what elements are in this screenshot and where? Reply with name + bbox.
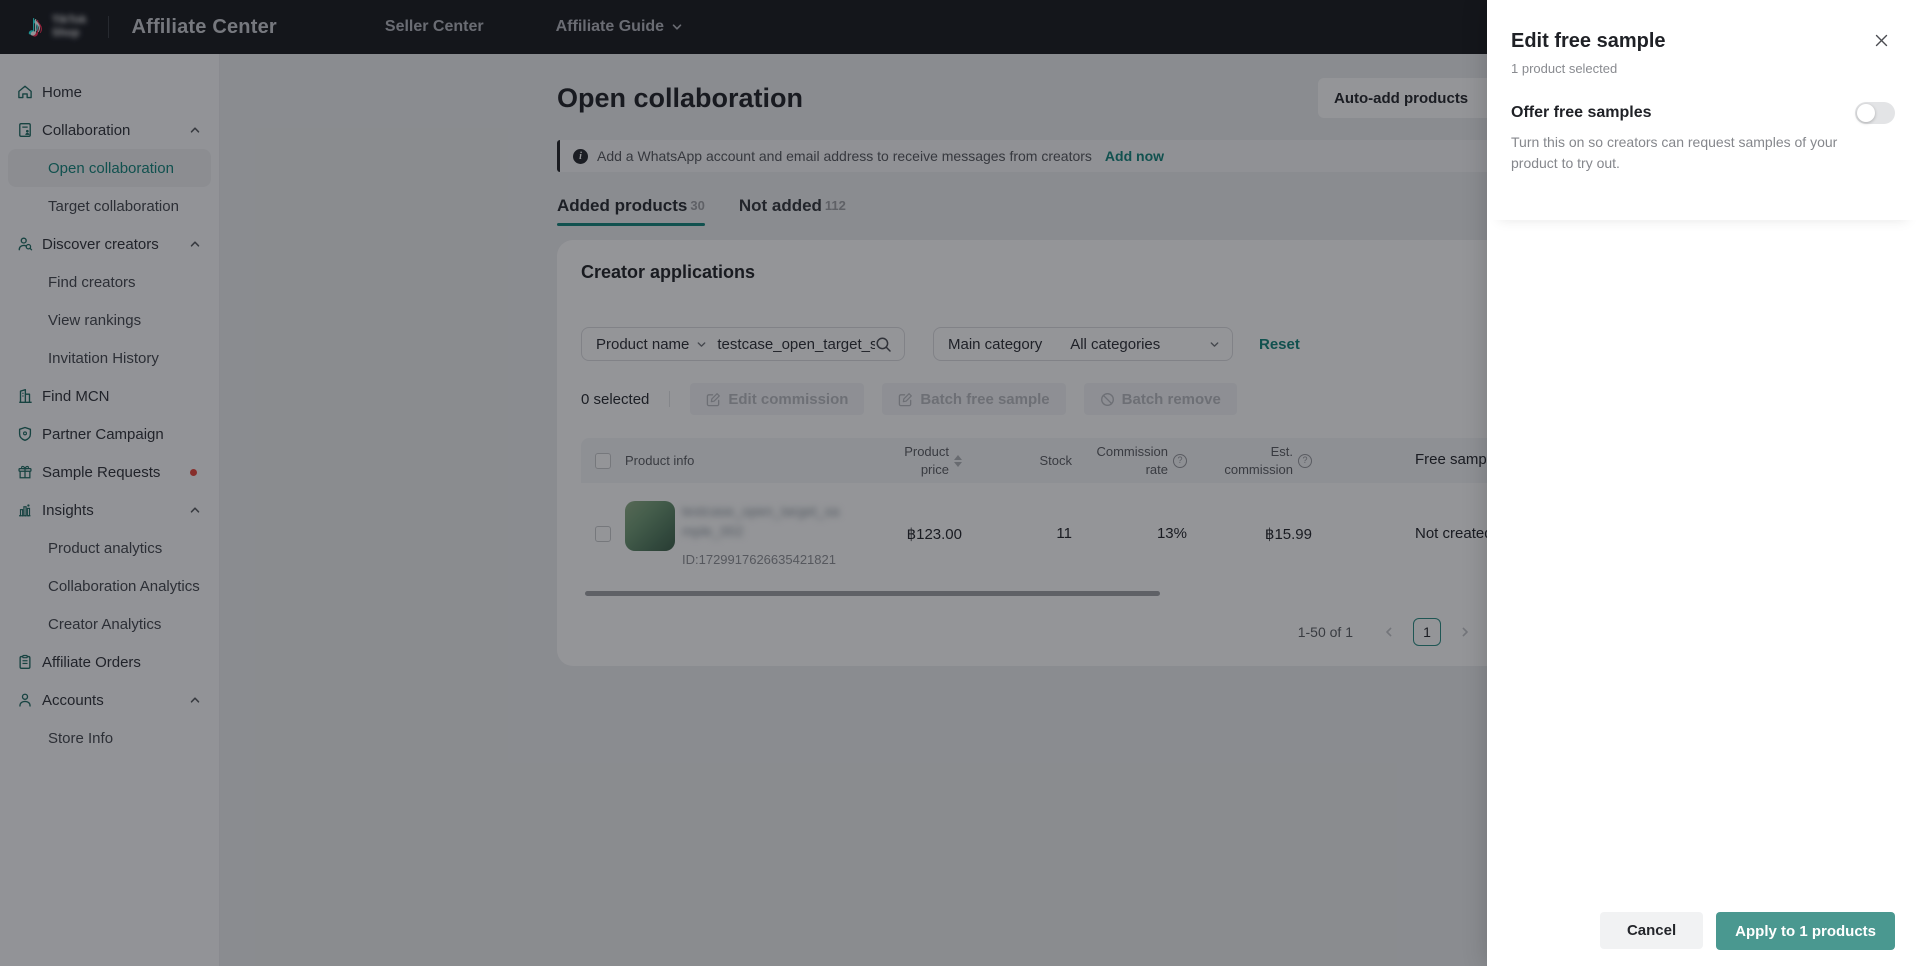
edit-free-sample-panel: Edit free sample 1 product selected Offe… [1487, 0, 1919, 966]
panel-footer: Cancel Apply to 1 products [1487, 898, 1919, 966]
cancel-button[interactable]: Cancel [1599, 912, 1704, 949]
toggle-knob [1857, 104, 1875, 122]
panel-subtitle: 1 product selected [1511, 61, 1618, 76]
close-button[interactable] [1871, 30, 1891, 50]
toggle-description: Turn this on so creators can request sam… [1511, 134, 1838, 171]
close-icon [1875, 34, 1887, 46]
offer-free-samples-toggle[interactable] [1855, 102, 1895, 124]
panel-title: Edit free sample [1511, 30, 1666, 52]
panel-header: Edit free sample 1 product selected [1487, 0, 1919, 76]
offer-free-samples-label: Offer free samples [1511, 104, 1652, 121]
offer-free-samples-section: Offer free samples Turn this on so creat… [1487, 102, 1919, 220]
apply-button[interactable]: Apply to 1 products [1716, 912, 1895, 950]
